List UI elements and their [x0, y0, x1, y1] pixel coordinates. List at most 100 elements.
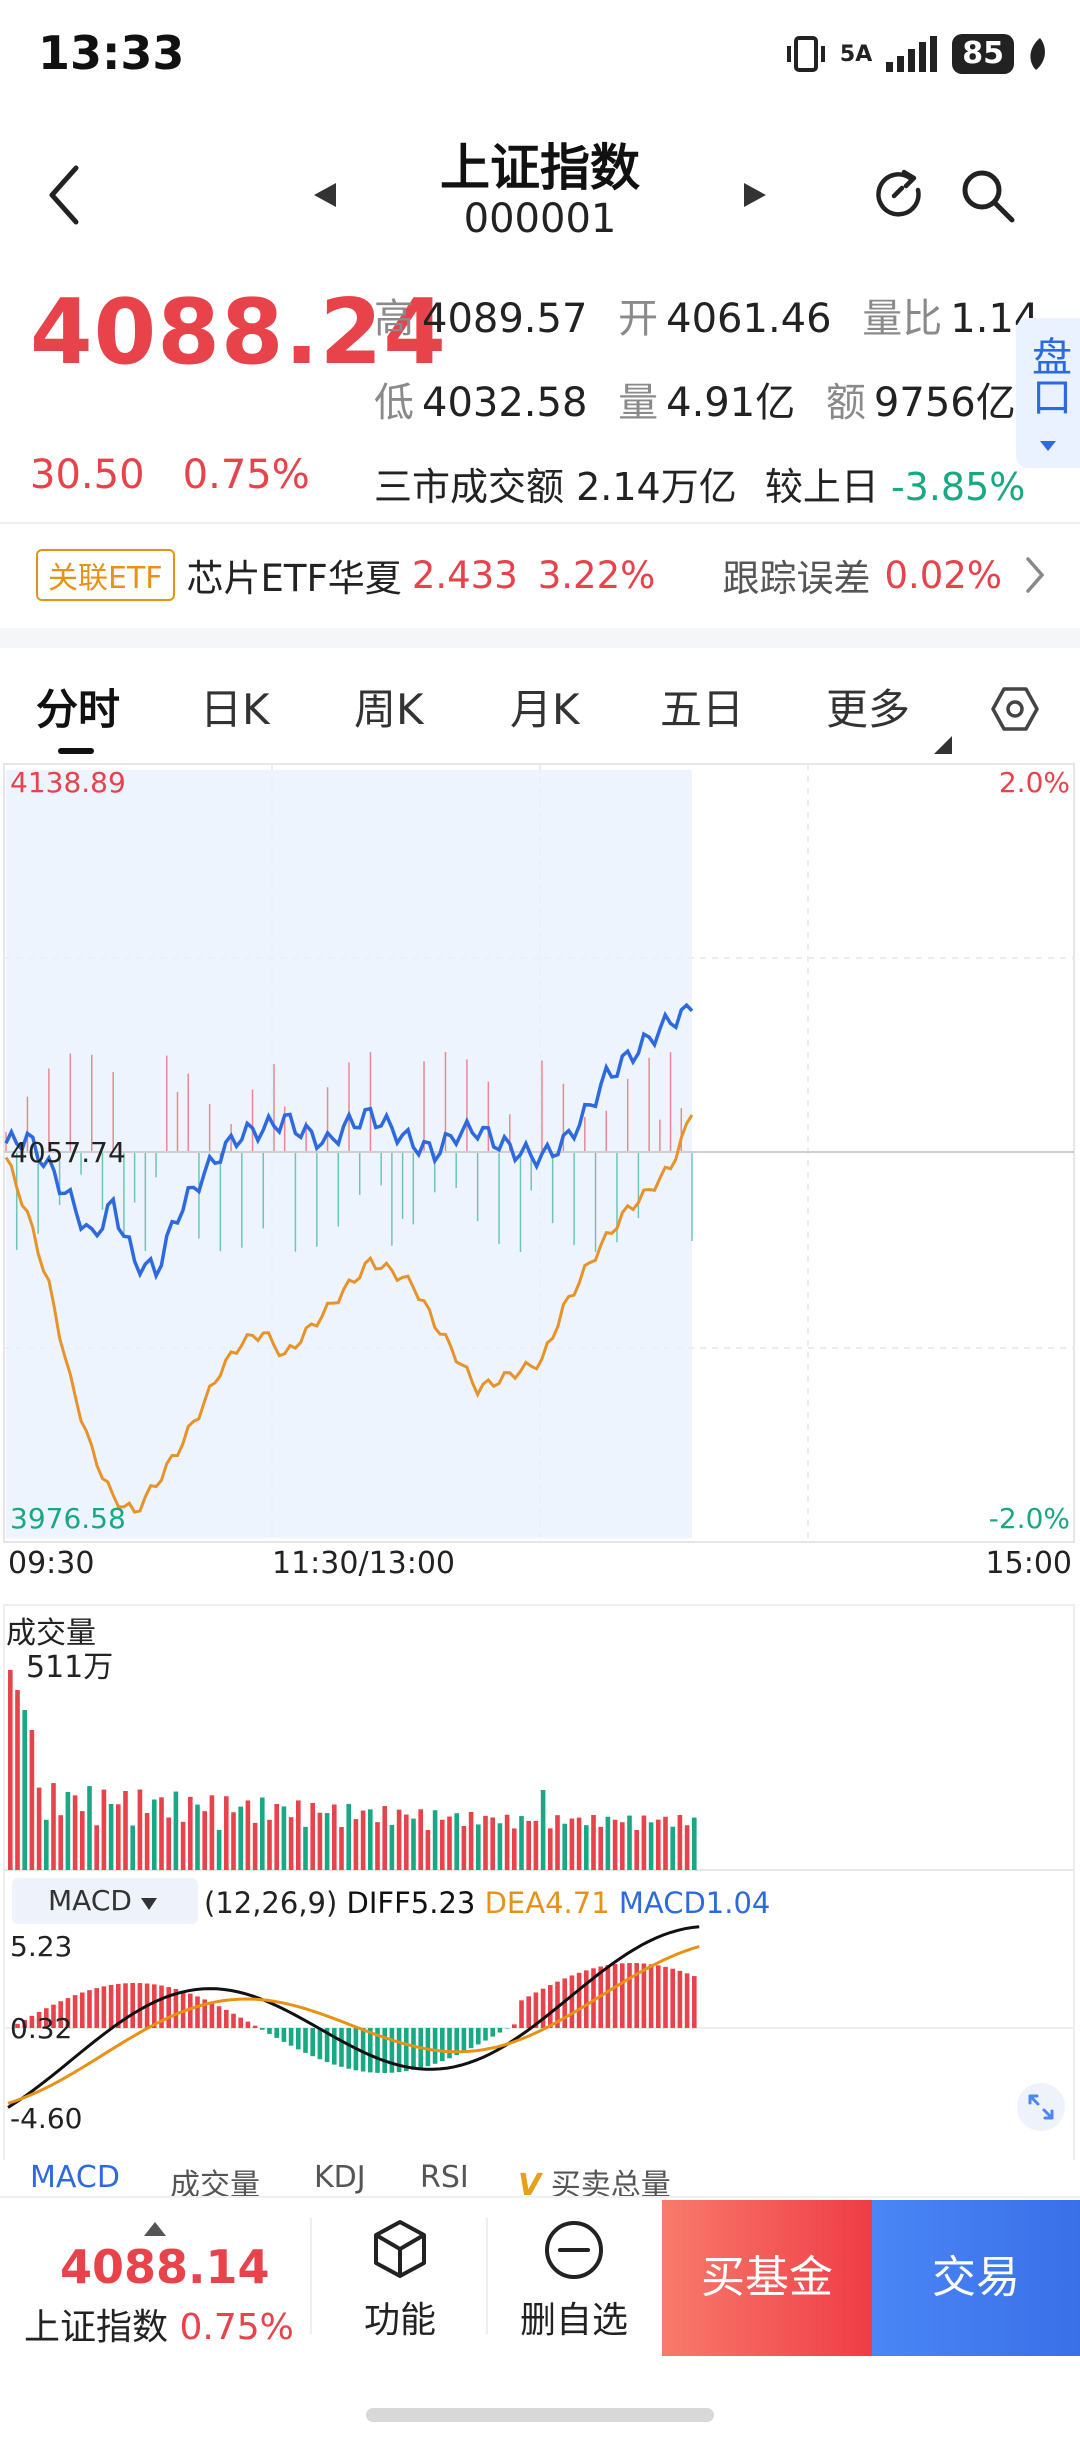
- macd-params: (12,26,9): [204, 1886, 338, 1920]
- ind-tab-kdj[interactable]: KDJ: [314, 2160, 366, 2195]
- macd-bar: [238, 2017, 243, 2028]
- macd-bar: [72, 1995, 78, 2028]
- volume-bar: [260, 1797, 265, 1870]
- tab-intraday[interactable]: 分时: [36, 676, 120, 737]
- divider: [0, 522, 1080, 524]
- home-indicator[interactable]: [366, 2408, 714, 2422]
- diff-legend: DIFF5.23: [346, 1886, 476, 1920]
- volume-max-label: 511万: [26, 1650, 114, 1685]
- macd-bar: [389, 2028, 395, 2073]
- macd-bar: [490, 2028, 495, 2037]
- trade-button[interactable]: 交易: [872, 2200, 1080, 2356]
- volume-bar: [188, 1796, 193, 1870]
- macd-bar: [512, 2024, 517, 2028]
- vs-prev-label: 较上日: [764, 465, 879, 509]
- expand-icon[interactable]: [1016, 2082, 1066, 2132]
- low-value: 4032.58: [422, 380, 588, 426]
- volume-bar: [108, 1803, 114, 1870]
- volume-bar: [389, 1824, 395, 1870]
- macd-selector[interactable]: MACD: [12, 1878, 198, 1924]
- volume-bar: [238, 1806, 243, 1870]
- change-abs: 30.50: [30, 452, 145, 498]
- turnover-value: 2.14万亿: [576, 465, 737, 509]
- volume-bar: [620, 1822, 625, 1870]
- macd-bar: [576, 1972, 582, 2028]
- volume-bar: [548, 1828, 553, 1870]
- price-change: 30.50 0.75%: [30, 452, 310, 498]
- macd-selector-label: MACD: [48, 1884, 132, 1917]
- active-tab-indicator: [58, 748, 94, 754]
- macd-bar: [108, 1984, 114, 2028]
- volume-bar: [101, 1789, 107, 1870]
- macd-bar: [425, 2028, 431, 2067]
- bottom-pct-label: -2.0%: [988, 1502, 1070, 1535]
- tab-more[interactable]: 更多: [826, 676, 910, 737]
- volume-bar: [526, 1820, 531, 1870]
- volume-bar: [231, 1812, 236, 1870]
- tab-daily-k[interactable]: 日K: [200, 676, 270, 737]
- settings-icon[interactable]: [990, 684, 1040, 734]
- volume-bar: [159, 1797, 164, 1870]
- function-button[interactable]: 功能: [330, 2218, 470, 2343]
- caret-up-icon: [144, 2222, 166, 2236]
- volume-bar: [310, 1803, 315, 1870]
- volume-bar: [612, 1819, 618, 1870]
- volume-bar: [648, 1822, 654, 1870]
- high-value: 4089.57: [422, 296, 588, 342]
- macd-bar: [216, 2006, 222, 2028]
- macd-bar: [317, 2028, 323, 2060]
- volume-bar: [497, 1823, 503, 1870]
- macd-bar: [569, 1975, 575, 2028]
- macd-bar: [641, 1963, 647, 2028]
- volume-bar: [130, 1825, 135, 1870]
- macd-bar: [281, 2028, 287, 2042]
- ind-tab-macd[interactable]: MACD: [30, 2160, 120, 2195]
- previous-stock-icon[interactable]: [310, 180, 340, 210]
- related-etf-row[interactable]: 关联ETF 芯片ETF华夏 2.433 3.22% 跟踪误差 0.02%: [36, 548, 1046, 602]
- volume-bar: [339, 1827, 344, 1870]
- volume-bar: [267, 1819, 272, 1870]
- search-icon[interactable]: [958, 166, 1018, 226]
- macd-bar: [195, 1996, 200, 2028]
- tab-five-day[interactable]: 五日: [660, 676, 744, 737]
- macd-bar: [224, 2009, 229, 2028]
- chevron-right-icon: [1026, 557, 1045, 593]
- battery-icon: 85: [952, 34, 1014, 74]
- section-gap: [0, 628, 1080, 648]
- cube-icon: [374, 2220, 426, 2278]
- volume-bar: [72, 1795, 78, 1870]
- volume-bar: [584, 1825, 589, 1870]
- top-pct-label: 2.0%: [998, 766, 1070, 799]
- refresh-icon[interactable]: [872, 168, 928, 224]
- low-label: 低: [374, 380, 414, 426]
- volume-bar: [296, 1800, 301, 1870]
- macd-bar: [648, 1964, 654, 2028]
- macd-bar: [274, 2028, 279, 2038]
- intraday-chart[interactable]: [0, 760, 1080, 2160]
- amount-label: 额: [825, 380, 866, 426]
- buy-fund-button[interactable]: 买基金: [662, 2200, 872, 2356]
- volume-bar: [468, 1812, 474, 1870]
- volume-bar: [368, 1809, 373, 1870]
- tab-monthly-k[interactable]: 月K: [510, 676, 580, 737]
- volume-bar: [123, 1790, 128, 1870]
- bottom-name: 上证指数: [24, 2307, 169, 2348]
- macd-bar: [605, 1965, 611, 2028]
- next-stock-icon[interactable]: [740, 180, 770, 210]
- macd-bar: [483, 2028, 488, 2041]
- function-label: 功能: [363, 2300, 436, 2341]
- volume-bar: [396, 1809, 402, 1870]
- remove-watchlist-button[interactable]: 删自选: [504, 2218, 644, 2343]
- tab-weekly-k[interactable]: 周K: [354, 676, 424, 737]
- volume-bar: [504, 1814, 510, 1870]
- volume-bar: [375, 1822, 380, 1870]
- macd-bar: [411, 2028, 416, 2070]
- macd-bar: [166, 1987, 171, 2028]
- macd-bar: [310, 2028, 315, 2057]
- ind-tab-rsi[interactable]: RSI: [420, 2160, 469, 2195]
- pankou-button[interactable]: 盘口: [1016, 318, 1080, 468]
- volume-bar: [512, 1828, 517, 1870]
- macd-bar: [209, 2002, 215, 2028]
- volume-bar: [152, 1799, 157, 1870]
- macd-bar: [152, 1984, 157, 2028]
